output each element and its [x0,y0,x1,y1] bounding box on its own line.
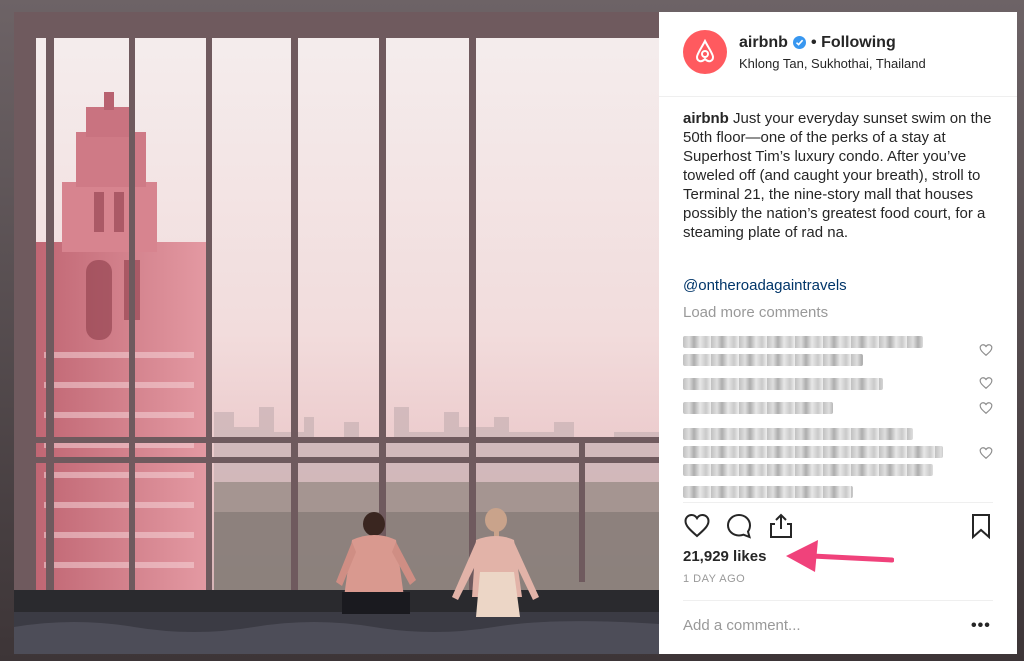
actions-divider [683,502,993,503]
verified-badge-icon [793,36,806,49]
bookmark-icon[interactable] [967,512,995,540]
comment-blurred [683,378,883,390]
airbnb-logo-icon [695,39,715,63]
comment-divider [683,600,993,601]
post-caption: airbnb Just your everyday sunset swim on… [683,109,1003,242]
caption-mention[interactable]: @ontheroadagaintravels [683,277,847,294]
post-photo[interactable] [14,12,659,654]
follow-status[interactable]: • Following [811,34,896,52]
post-location[interactable]: Khlong Tan, Sukhothai, Thailand [739,56,926,71]
caption-text: Just your everyday sunset swim on the 50… [683,110,992,241]
comment-like-icon[interactable] [979,343,993,357]
username[interactable]: airbnb [739,34,788,52]
comment-like-icon[interactable] [979,376,993,390]
add-comment-input[interactable]: Add a comment... [683,617,801,634]
comment-blurred [683,336,923,348]
comment-blurred [683,428,913,440]
follow-button[interactable]: Following [821,34,896,51]
load-more-comments[interactable]: Load more comments [683,304,828,321]
more-options-button[interactable]: ••• [971,617,991,635]
caption-username[interactable]: airbnb [683,110,729,127]
heart-icon[interactable] [683,512,711,540]
likes-count[interactable]: 21,929 likes [683,548,766,565]
follow-separator: • [811,34,817,51]
comment-icon[interactable] [725,512,753,540]
comment-blurred [683,486,853,498]
post-timestamp[interactable]: 1 DAY AGO [683,573,745,585]
arrow-icon [786,540,894,572]
comment-blurred [683,464,933,476]
post-header: airbnb • Following Khlong Tan, Sukhothai… [659,12,1017,97]
comment-blurred [683,402,833,414]
comment-like-icon[interactable] [979,401,993,415]
comment-like-icon[interactable] [979,446,993,460]
comment-blurred [683,446,943,458]
comment-blurred [683,354,863,366]
profile-avatar[interactable] [683,30,727,74]
